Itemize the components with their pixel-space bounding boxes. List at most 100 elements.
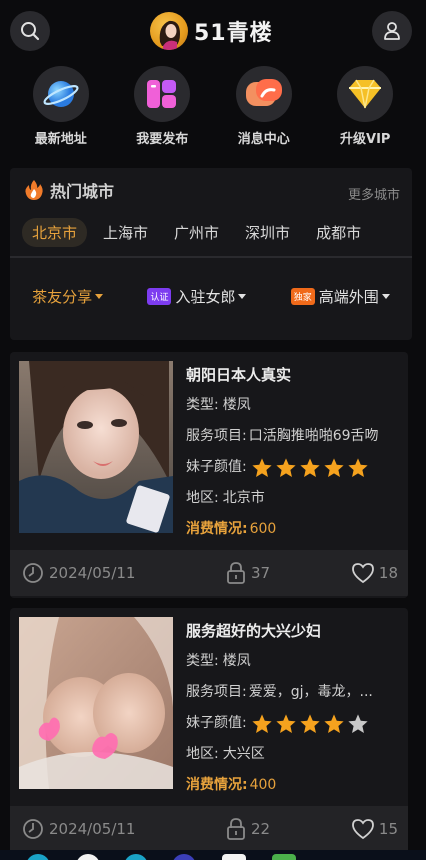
- lock-icon: [227, 818, 245, 840]
- views-count: 37: [251, 564, 271, 582]
- dock-app-icon[interactable]: [26, 854, 50, 860]
- quick-link-label: 消息中心: [237, 132, 290, 147]
- region-value: 大兴区: [222, 746, 265, 762]
- listing-rating-row: 妹子颜值:: [186, 713, 401, 744]
- city-tab-guangzhou[interactable]: 广州市: [164, 218, 229, 247]
- quick-link-label: 升级VIP: [340, 132, 391, 147]
- likes-count: 18: [378, 564, 398, 582]
- price-value: 600: [249, 521, 277, 537]
- planet-icon: [32, 66, 89, 122]
- star-filled-icon: [300, 458, 320, 477]
- like-button[interactable]: 15: [351, 818, 398, 840]
- filter-bar: 茶友分享 认证 入驻女郎 独家 高端外围: [10, 286, 412, 307]
- listing-title[interactable]: 服务超好的大兴少妇: [186, 620, 401, 641]
- star-filled-icon: [348, 458, 368, 477]
- listing-title[interactable]: 朝阳日本人真实: [186, 364, 401, 385]
- star-filled-icon: [300, 714, 320, 733]
- hot-cities-panel: 热门城市 更多城市 北京市 上海市 广州市 深圳市 成都市 茶友分享 认证 入驻…: [10, 168, 412, 340]
- like-button[interactable]: 18: [351, 562, 398, 584]
- listing-price-row: 消费情况: 600: [186, 519, 401, 550]
- listing-date: 2024/05/11: [22, 818, 135, 840]
- listing-service-row: 服务项目: 爱爱，gj，毒龙，...: [186, 682, 401, 713]
- quick-link-vip[interactable]: 升级VIP: [320, 66, 410, 156]
- filter-high-end[interactable]: 独家 高端外围: [290, 286, 390, 307]
- city-tab-beijing[interactable]: 北京市: [22, 218, 88, 247]
- listing-price-row: 消费情况: 400: [186, 775, 401, 806]
- quick-link-publish[interactable]: 我要发布: [117, 66, 207, 156]
- type-label: 类型:: [186, 397, 219, 413]
- dock-app-icon[interactable]: [124, 854, 148, 860]
- star-filled-icon: [324, 458, 344, 477]
- heart-icon: [352, 563, 374, 584]
- filter-label: 茶友分享: [32, 288, 93, 306]
- listing-region-row: 地区: 大兴区: [186, 744, 401, 775]
- listing-photo[interactable]: [19, 617, 173, 789]
- listing-photo[interactable]: [19, 361, 173, 533]
- type-label: 类型:: [186, 653, 219, 669]
- listing-info: 服务超好的大兴少妇 类型: 楼凤 服务项目: 爱爱，gj，毒龙，... 妹子颜值…: [186, 620, 401, 806]
- listing-card[interactable]: 服务超好的大兴少妇 类型: 楼凤 服务项目: 爱爱，gj，毒龙，... 妹子颜值…: [10, 608, 408, 854]
- star-filled-icon: [324, 714, 344, 733]
- city-tab-shenzhen[interactable]: 深圳市: [235, 218, 300, 247]
- service-value: 爱爱，gj，毒龙，...: [248, 684, 373, 700]
- dock-app-icon[interactable]: [76, 854, 100, 860]
- divider: [10, 256, 412, 258]
- rating-stars: [251, 457, 371, 479]
- date-text: 2024/05/11: [49, 820, 136, 838]
- quick-link-latest-address[interactable]: 最新地址: [16, 66, 106, 156]
- price-value: 400: [249, 777, 277, 793]
- lock-icon: [227, 562, 245, 584]
- region-label: 地区:: [186, 490, 219, 506]
- clock-icon: [23, 563, 43, 583]
- dock-app-icon[interactable]: [272, 854, 296, 860]
- hot-cities-title: 热门城市: [50, 182, 115, 201]
- quick-link-messages[interactable]: 消息中心: [219, 66, 309, 156]
- type-value: 楼凤: [222, 653, 251, 669]
- region-label: 地区:: [186, 746, 219, 762]
- rating-stars: [251, 713, 371, 735]
- dock-app-icon[interactable]: [222, 854, 246, 860]
- fire-icon: [25, 180, 43, 200]
- views-count: 22: [251, 820, 271, 838]
- diamond-icon: [337, 66, 394, 122]
- search-button[interactable]: [10, 11, 50, 51]
- bottom-dock: [0, 850, 426, 860]
- filter-resident-girls[interactable]: 认证 入驻女郎: [147, 286, 247, 307]
- service-label: 服务项目:: [186, 428, 247, 444]
- message-icon: [235, 66, 292, 122]
- likes-count: 15: [378, 820, 398, 838]
- header: 51青楼: [0, 0, 426, 62]
- dock-app-icon[interactable]: [172, 854, 196, 860]
- city-tab-chengdu[interactable]: 成都市: [306, 218, 371, 247]
- listing-date: 2024/05/11: [22, 562, 135, 584]
- star-filled-icon: [276, 458, 296, 477]
- listing-region-row: 地区: 北京市: [186, 488, 401, 519]
- listing-info: 朝阳日本人真实 类型: 楼凤 服务项目: 口活胸推啪啪69舌吻 妹子颜值: 地区…: [186, 364, 401, 550]
- logo-icon: [150, 12, 188, 50]
- chevron-down-icon: [381, 294, 390, 299]
- listing-views: 22: [226, 817, 270, 841]
- star-empty-icon: [348, 714, 368, 733]
- listing-card[interactable]: 朝阳日本人真实 类型: 楼凤 服务项目: 口活胸推啪啪69舌吻 妹子颜值: 地区…: [10, 352, 408, 598]
- listing-views: 37: [226, 561, 270, 585]
- filter-tea-share[interactable]: 茶友分享: [32, 286, 104, 307]
- price-label: 消费情况:: [186, 521, 248, 537]
- more-cities-link[interactable]: 更多城市: [348, 184, 400, 203]
- listing-service-row: 服务项目: 口活胸推啪啪69舌吻: [186, 426, 401, 457]
- service-value: 口活胸推啪啪69舌吻: [248, 428, 379, 444]
- user-button[interactable]: [372, 11, 412, 51]
- clock-icon: [23, 819, 43, 839]
- city-tab-shanghai[interactable]: 上海市: [93, 218, 158, 247]
- listing-rating-row: 妹子颜值:: [186, 457, 401, 488]
- user-icon: [384, 22, 400, 40]
- site-logo[interactable]: 51青楼: [150, 12, 273, 50]
- city-tabs: 北京市 上海市 广州市 深圳市 成都市: [22, 218, 377, 247]
- logo-text: 51青楼: [194, 21, 273, 46]
- search-icon: [21, 22, 40, 41]
- filter-label: 高端外围: [318, 288, 379, 306]
- certified-badge: 认证: [147, 288, 172, 305]
- listing-type-row: 类型: 楼凤: [186, 395, 401, 426]
- filter-label: 入驻女郎: [175, 288, 236, 306]
- service-label: 服务项目:: [186, 684, 247, 700]
- star-filled-icon: [276, 714, 296, 733]
